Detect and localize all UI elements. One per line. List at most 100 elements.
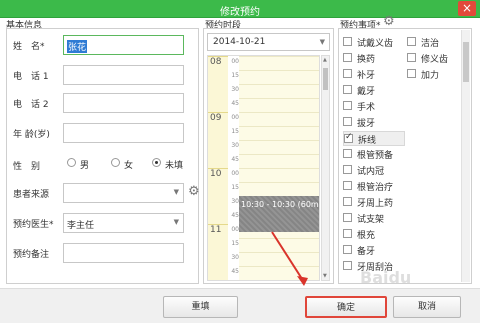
checkbox[interactable] [343, 101, 352, 110]
checkbox[interactable] [343, 69, 352, 78]
item-checkbox-row[interactable]: 备牙 [343, 243, 405, 258]
time-slot[interactable] [239, 280, 320, 281]
time-slot[interactable] [239, 140, 319, 154]
item-checkbox-row[interactable]: 拆线 [343, 131, 405, 146]
phone2-input[interactable] [63, 93, 184, 113]
window-title: 修改预约 [220, 7, 260, 18]
title-bar: 修改预约 × [0, 0, 480, 18]
note-label: 预约备注 [13, 250, 50, 260]
item-checkbox-row[interactable]: 试支架 [343, 211, 405, 226]
item-checkbox-row[interactable]: 加力 [407, 67, 457, 82]
scroll-up-icon[interactable]: ▲ [323, 57, 327, 63]
item-label: 手术 [357, 103, 376, 113]
time-slot[interactable] [239, 182, 319, 196]
time-slot-grid[interactable]: 08 00 15 30 45 09 00 15 30 45 10 00 15 30 45 11 00 15 30 45… [207, 55, 320, 281]
item-checkbox-row[interactable]: 牙周上药 [343, 195, 405, 210]
time-slot[interactable] [239, 98, 319, 112]
time-slot[interactable] [239, 70, 319, 84]
scroll-thumb[interactable] [323, 68, 328, 90]
time-slot[interactable] [239, 238, 319, 252]
time-slot[interactable] [239, 56, 319, 70]
time-scrollbar[interactable]: ▲ ▼ [321, 55, 330, 281]
minute-label: 45 [231, 100, 239, 107]
gender-radio-female[interactable] [111, 158, 120, 167]
time-slot[interactable] [239, 168, 319, 182]
item-checkbox-row[interactable]: 根充 [343, 227, 405, 242]
checkbox[interactable] [343, 85, 352, 94]
appointment-time-label: 10:30 - 10:30 (60m) [241, 200, 320, 209]
item-checkbox-row[interactable]: 根管治疗 [343, 179, 405, 194]
doctor-select[interactable]: 李主任 ▼ [63, 213, 184, 233]
scroll-down-icon[interactable]: ▼ [323, 273, 327, 279]
age-input[interactable] [63, 123, 184, 143]
cancel-button[interactable]: 取消 [393, 296, 461, 318]
note-input[interactable] [63, 243, 184, 263]
checkbox[interactable] [343, 53, 352, 62]
minute-label: 45 [231, 268, 239, 275]
close-button[interactable]: × [458, 1, 476, 16]
checkbox[interactable] [343, 165, 352, 174]
source-select[interactable]: ▼ [63, 183, 184, 203]
checkbox[interactable] [344, 132, 353, 143]
minute-label: 00 [231, 226, 239, 233]
date-picker[interactable]: 2014-10-21 ▼ [207, 33, 330, 51]
gender-option-unfilled: 未填 [165, 161, 184, 171]
time-slot[interactable] [239, 154, 319, 168]
item-label: 试内冠 [357, 167, 385, 177]
confirm-button[interactable]: 确定 [305, 296, 387, 318]
item-label: 戴牙 [357, 87, 376, 97]
hour-label: 11 [208, 224, 228, 280]
items-settings-gear-icon[interactable]: ⚙ [383, 14, 395, 29]
chevron-down-icon: ▼ [319, 38, 325, 46]
checkbox[interactable] [343, 213, 352, 222]
checkbox[interactable] [407, 53, 416, 62]
hour-label: 09 [208, 112, 228, 168]
gender-radio-unfilled[interactable] [152, 158, 161, 167]
checkbox[interactable] [343, 229, 352, 238]
basic-info-panel: 姓 名* 张花 电 话 1 电 话 2 年 龄(岁) 性 别 男 女 未填 患者… [6, 28, 200, 284]
checkbox[interactable] [343, 197, 352, 206]
item-checkbox-row[interactable]: 戴牙 [343, 83, 405, 98]
time-slot[interactable] [239, 252, 319, 266]
checkbox[interactable] [407, 37, 416, 46]
item-label: 洁治 [421, 39, 440, 49]
checkbox[interactable] [343, 181, 352, 190]
time-slot[interactable] [239, 84, 319, 98]
item-checkbox-row[interactable]: 试内冠 [343, 163, 405, 178]
time-slot[interactable] [239, 112, 319, 126]
items-scrollbar[interactable] [461, 30, 470, 282]
item-checkbox-row[interactable]: 洁治 [407, 35, 457, 50]
minute-label: 45 [231, 156, 239, 163]
checkbox[interactable] [407, 69, 416, 78]
appointment-block[interactable]: 10:30 - 10:30 (60m) [239, 196, 320, 232]
checkbox[interactable] [343, 117, 352, 126]
reset-button[interactable]: 重填 [163, 296, 238, 318]
gender-radio-male[interactable] [67, 158, 76, 167]
hour-label: 08 [208, 56, 228, 112]
appointment-items-panel: 试戴义齿换药补牙戴牙手术拔牙拆线根管预备试内冠根管治疗牙周上药试支架根充备牙牙周… [338, 28, 472, 284]
source-row: 患者来源 ▼ ⚙ [13, 183, 200, 203]
age-label: 年 龄(岁) [13, 130, 50, 140]
checkbox[interactable] [343, 149, 352, 158]
time-slot[interactable] [239, 126, 319, 140]
minute-label: 15 [231, 128, 239, 135]
item-checkbox-row[interactable]: 根管预备 [343, 147, 405, 162]
minute-label: 30 [231, 142, 239, 149]
item-checkbox-row[interactable]: 试戴义齿 [343, 35, 405, 50]
item-checkbox-row[interactable]: 手术 [343, 99, 405, 114]
checkbox[interactable] [343, 37, 352, 46]
time-slot[interactable] [239, 266, 319, 280]
item-checkbox-row[interactable]: 修义齿 [407, 51, 457, 66]
name-input[interactable]: 张花 [63, 35, 184, 55]
item-label: 拆线 [358, 136, 377, 146]
scroll-thumb[interactable] [463, 42, 469, 82]
item-checkbox-row[interactable]: 补牙 [343, 67, 405, 82]
item-label: 根充 [357, 231, 376, 241]
checkbox[interactable] [343, 261, 352, 270]
checkbox[interactable] [343, 245, 352, 254]
item-checkbox-row[interactable]: 换药 [343, 51, 405, 66]
source-settings-gear-icon[interactable]: ⚙ [188, 184, 200, 199]
item-checkbox-row[interactable]: 拔牙 [343, 115, 405, 130]
phone1-input[interactable] [63, 65, 184, 85]
chevron-down-icon: ▼ [173, 188, 179, 196]
